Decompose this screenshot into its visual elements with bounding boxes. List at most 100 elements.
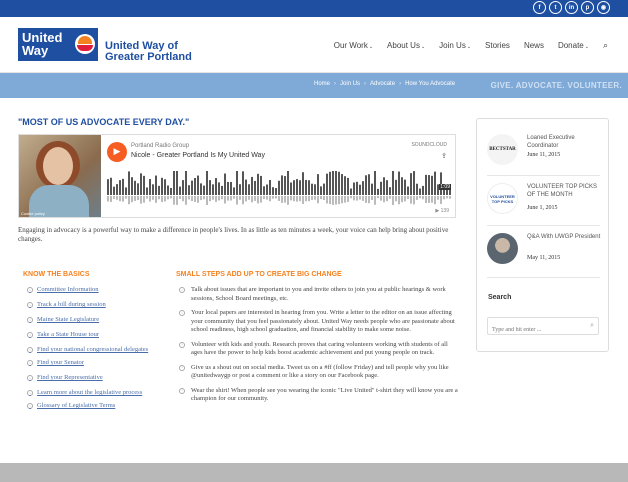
tagline: GIVE. ADVOCATE. VOLUNTEER. — [490, 81, 622, 90]
search-heading: Search — [488, 294, 512, 301]
chevron-down-icon: ⌄ — [420, 44, 426, 50]
top-bar: f t in p ◉ — [0, 0, 628, 17]
logo-mark-icon — [75, 34, 95, 54]
play-button[interactable]: ▶ — [107, 142, 127, 162]
divider — [487, 277, 600, 278]
post-thumbnail[interactable]: BECTSTAR — [487, 134, 518, 165]
list-item[interactable]: › Find your Senator — [27, 359, 177, 367]
arrow-icon: › — [27, 375, 33, 381]
basics-heading: KNOW THE BASICS — [23, 271, 90, 278]
arrow-icon: › — [27, 360, 33, 366]
list-item[interactable]: › Take a State House tour — [27, 331, 177, 339]
post-thumbnail[interactable]: VOLUNTEER TOP PICKS — [487, 183, 518, 214]
title-band: Home › Join Us › Advocate › How You Advo… — [0, 73, 628, 98]
list-item: › Wear the shirt! When people see you wea… — [179, 387, 459, 404]
track-duration: 1:09 — [439, 184, 451, 190]
breadcrumb-separator-icon: › — [334, 81, 337, 87]
list-item[interactable]: › Find your Representative — [27, 374, 177, 382]
link-label: Track a bill during session — [37, 301, 106, 308]
arrow-icon: › — [27, 347, 33, 353]
pinterest-icon[interactable]: p — [581, 1, 594, 14]
twitter-icon[interactable]: t — [549, 1, 562, 14]
list-item[interactable]: › Find your national congressional delega… — [27, 346, 177, 354]
share-icon[interactable]: ⇪ — [441, 152, 447, 160]
nav-about-us[interactable]: About Us⌄ — [387, 41, 425, 50]
sidebar: BECTSTAR Loaned Executive Coordinator Ju… — [476, 118, 609, 352]
link-label: Find your Senator — [37, 359, 84, 366]
basics-list: › Committee Information › Track a bill dur… — [27, 286, 177, 417]
photo-face — [43, 147, 73, 185]
search-icon[interactable]: ⌕ — [603, 40, 608, 51]
social-links: f t in p ◉ — [533, 1, 610, 14]
arrow-icon: › — [27, 317, 33, 323]
step-text: Volunteer with kids and youth. Research … — [191, 340, 448, 357]
nav-stories[interactable]: Stories — [485, 41, 510, 50]
soundcloud-player: Cookie policy ▶ Portland Radio Group Nic… — [18, 134, 456, 218]
page-title: "MOST OF US ADVOCATE EVERY DAY." — [18, 117, 190, 127]
search-box: ⌕ — [487, 317, 599, 338]
footer — [0, 463, 628, 482]
arrow-icon: › — [27, 287, 33, 293]
search-icon[interactable]: ⌕ — [590, 321, 594, 330]
arrow-icon: › — [179, 287, 185, 293]
nav-label: Join Us — [439, 41, 466, 50]
link-label: Find your Representative — [37, 374, 103, 381]
play-icon: ▶ — [113, 147, 121, 157]
facebook-icon[interactable]: f — [533, 1, 546, 14]
link-label: Find your national congressional delegat… — [37, 346, 149, 353]
list-item[interactable]: › Maine State Legislature — [27, 316, 177, 324]
link-label: Learn more about the legislative process — [37, 389, 143, 396]
breadcrumb-separator-icon: › — [364, 81, 367, 87]
player-group[interactable]: Portland Radio Group — [131, 143, 189, 149]
breadcrumb-advocate[interactable]: Advocate — [370, 81, 395, 87]
rss-icon[interactable]: ◉ — [597, 1, 610, 14]
divider — [487, 225, 600, 226]
post-title[interactable]: Q&A With UWGP President — [527, 233, 607, 241]
breadcrumb-separator-icon: › — [399, 81, 402, 87]
link-label: Take a State House tour — [37, 331, 99, 338]
breadcrumb-join-us[interactable]: Join Us — [340, 81, 360, 87]
nav-donate[interactable]: Donate⌄ — [558, 41, 589, 50]
logo[interactable]: United Way — [18, 28, 98, 61]
post-thumbnail[interactable] — [487, 233, 518, 264]
post-date: May 11, 2015 — [527, 255, 561, 261]
nav-news[interactable]: News — [524, 41, 544, 50]
arrow-icon: › — [27, 403, 33, 409]
nav-join-us[interactable]: Join Us⌄ — [439, 41, 471, 50]
intro-text: Engaging in advocacy is a powerful way t… — [18, 226, 449, 243]
chevron-down-icon: ⌄ — [368, 44, 374, 50]
org-name[interactable]: United Way of Greater Portland — [105, 41, 200, 63]
soundcloud-logo[interactable]: SOUNDCLOUD — [411, 142, 447, 148]
list-item[interactable]: › Learn more about the legislative proces… — [27, 389, 177, 397]
list-item[interactable]: › Glossary of Legislative Terms — [27, 402, 177, 410]
link-label: Maine State Legislature — [37, 316, 100, 323]
divider — [487, 175, 600, 176]
nav-label: Donate — [557, 41, 584, 50]
arrow-icon: › — [179, 364, 185, 371]
player-track[interactable]: Nicole - Greater Portland Is My United W… — [131, 152, 265, 159]
arrow-icon: › — [27, 332, 33, 338]
list-item[interactable]: › Track a bill during session — [27, 301, 177, 309]
breadcrumb-current: How You Advocate — [405, 81, 456, 87]
list-item: › Talk about issues that are important to… — [179, 286, 459, 303]
nav-label: Our Work — [333, 41, 368, 50]
post-date: June 11, 2015 — [527, 152, 561, 158]
nav-our-work[interactable]: Our Work⌄ — [334, 41, 373, 50]
breadcrumb: Home › Join Us › Advocate › How You Advo… — [314, 81, 455, 87]
logo-text: United Way — [22, 30, 63, 58]
post-title[interactable]: Loaned Executive Coordinator — [527, 134, 607, 150]
play-count: ▶ 139 — [435, 208, 449, 214]
chevron-down-icon: ⌄ — [466, 44, 472, 50]
waveform[interactable] — [107, 171, 452, 207]
search-input[interactable] — [488, 322, 583, 338]
link-label: Glossary of Legislative Terms — [37, 402, 116, 409]
arrow-icon: › — [179, 310, 185, 316]
breadcrumb-home[interactable]: Home — [314, 81, 330, 87]
arrow-icon: › — [179, 341, 185, 348]
step-text: Wear the shirt! When people see you wear… — [191, 386, 458, 403]
speaker-photo: Cookie policy — [19, 135, 101, 217]
linkedin-icon[interactable]: in — [565, 1, 578, 14]
post-title[interactable]: VOLUNTEER TOP PICKS OF THE MONTH — [527, 183, 607, 199]
list-item[interactable]: › Committee Information — [27, 286, 177, 294]
list-item: › Your local papers are interested in hea… — [179, 309, 459, 335]
